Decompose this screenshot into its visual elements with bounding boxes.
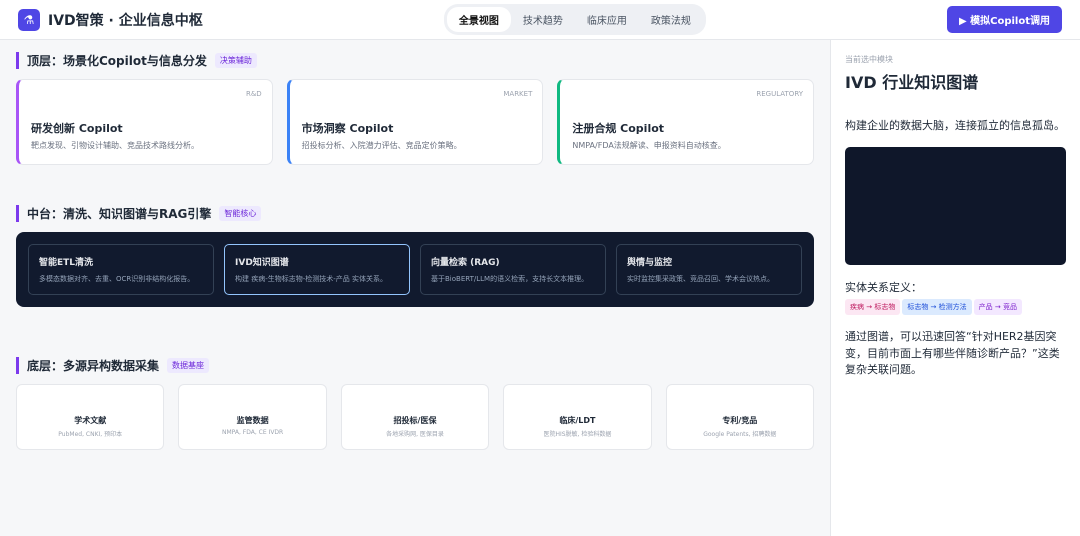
source-title: 监管数据	[236, 416, 269, 425]
app-logo-icon: ⚗	[18, 8, 40, 31]
card-desc: 基于BioBERT/LLM的语义检索，支持长文本推理。	[431, 275, 589, 283]
tab-overview[interactable]: 全景视图	[446, 7, 511, 32]
source-title: 临床/LDT	[559, 416, 596, 425]
layer-title: 底层：多源异构数据采集	[27, 359, 160, 373]
card-title: 智能ETL清洗	[39, 258, 94, 268]
layer-tag: 决策辅助	[214, 53, 257, 68]
layer-tag: 智能核心	[219, 206, 262, 221]
source-desc: Google Patents, 招聘数据	[703, 431, 777, 438]
relation-label: 实体关系定义：	[845, 281, 922, 294]
card-title: 注册合规 Copilot	[572, 122, 665, 135]
source-desc: 医院HIS脱敏, 检验科数据	[543, 431, 612, 438]
etl-card[interactable]: 智能ETL清洗多模态数据对齐、去重、OCR识别非结构化报告。	[28, 244, 214, 295]
layer-bottom-heading: 底层：多源异构数据采集 数据基座	[16, 357, 814, 374]
detail-description: 构建企业的数据大脑，连接孤立的信息孤岛。	[845, 119, 1065, 132]
rd-copilot-card[interactable]: R&D 研发创新 Copilot 靶点发现、引物设计辅助、竞品技术路线分析。	[16, 79, 273, 165]
detail-panel: 当前选中模块 IVD 行业知识图谱 构建企业的数据大脑，连接孤立的信息孤岛。 实…	[830, 40, 1080, 536]
knowledge-graph-card[interactable]: IVD知识图谱构建 疾病-生物标志物-检测技术-产品 实体关系。	[224, 244, 410, 295]
view-tabs: 全景视图 技术趋势 临床应用 政策法规	[443, 4, 706, 35]
card-title: 舆情与监控	[627, 258, 673, 268]
layer-top-heading: 顶层：场景化Copilot与信息分发 决策辅助	[16, 52, 814, 69]
simulate-copilot-button[interactable]: ▶ 模拟Copilot调用	[946, 6, 1062, 33]
regulatory-copilot-card[interactable]: REGULATORY 注册合规 Copilot NMPA/FDA法规解读、申报资料自…	[557, 79, 815, 165]
source-patents[interactable]: 专利/竞品 Google Patents, 招聘数据	[665, 384, 815, 450]
detail-title: IVD 行业知识图谱	[845, 73, 979, 92]
relation-pill: 标志物 → 检测方法	[902, 299, 972, 315]
monitor-card[interactable]: 舆情与监控实时监控集采政策、竞品召回、学术会议热点。	[616, 244, 802, 295]
card-desc: 多模态数据对齐、去重、OCR识别非结构化报告。	[39, 275, 195, 283]
card-title: 研发创新 Copilot	[31, 122, 123, 135]
layer-title: 顶层：场景化Copilot与信息分发	[27, 54, 207, 68]
source-literature[interactable]: 学术文献 PubMed, CNKI, 预印本	[16, 384, 165, 450]
detail-note: 通过图谱，可以迅速回答“针对HER2基因突变，目前市面上有哪些伴随诊断产品？”这…	[845, 330, 1060, 376]
card-key: R&D	[245, 90, 262, 98]
relation-pill: 疾病 → 标志物	[845, 299, 901, 315]
relation-pill: 产品 → 竞品	[973, 299, 1022, 315]
engine-panel: 智能ETL清洗多模态数据对齐、去重、OCR识别非结构化报告。 IVD知识图谱构建…	[16, 232, 814, 307]
card-desc: 构建 疾病-生物标志物-检测技术-产品 实体关系。	[235, 275, 388, 283]
layer-tag: 数据基座	[167, 358, 210, 373]
card-desc: 招投标分析、入院潜力评估、竞品定价策略。	[301, 141, 462, 150]
app-title: IVD智策 · 企业信息中枢	[48, 12, 203, 29]
source-desc: 各地采购网, 医保目录	[386, 431, 444, 438]
card-desc: NMPA/FDA法规解读、申报资料自动核查。	[572, 141, 726, 150]
knowledge-graph-image	[845, 147, 1066, 265]
card-title: 向量检索 (RAG)	[431, 258, 500, 268]
layer-mid-heading: 中台：清洗、知识图谱与RAG引擎 智能核心	[16, 205, 814, 222]
source-desc: NMPA, FDA, CE IVDR	[221, 429, 284, 436]
card-title: 市场洞察 Copilot	[301, 122, 394, 135]
card-desc: 实时监控集采政策、竞品召回、学术会议热点。	[627, 275, 774, 283]
card-desc: 靶点发现、引物设计辅助、竞品技术路线分析。	[31, 141, 199, 150]
main-panel: 顶层：场景化Copilot与信息分发 决策辅助 R&D 研发创新 Copilot 靶点…	[0, 40, 830, 536]
detail-caption: 当前选中模块	[845, 55, 893, 64]
source-regulatory[interactable]: 监管数据 NMPA, FDA, CE IVDR	[178, 384, 327, 450]
card-key: REGULATORY	[756, 90, 804, 98]
tab-clinical[interactable]: 临床应用	[575, 7, 639, 32]
source-title: 专利/竞品	[722, 416, 758, 425]
cta-label: 模拟Copilot调用	[970, 16, 1050, 27]
source-clinical[interactable]: 临床/LDT 医院HIS脱敏, 检验科数据	[503, 384, 652, 450]
source-title: 招投标/医保	[393, 416, 437, 425]
layer-title: 中台：清洗、知识图谱与RAG引擎	[27, 207, 212, 221]
tab-policy[interactable]: 政策法规	[639, 7, 703, 32]
top-bar: ⚗ IVD智策 · 企业信息中枢 全景视图 技术趋势 临床应用 政策法规 ▶ 模拟…	[0, 0, 1080, 40]
market-copilot-card[interactable]: MARKET 市场洞察 Copilot 招投标分析、入院潜力评估、竞品定价策略。	[286, 79, 544, 165]
rag-card[interactable]: 向量检索 (RAG) 基于BioBERT/LLM的语义检索，支持长文本推理。	[420, 244, 606, 295]
source-title: 学术文献	[74, 416, 107, 425]
source-desc: PubMed, CNKI, 预印本	[58, 431, 123, 438]
brand: ⚗ IVD智策 · 企业信息中枢	[18, 8, 203, 31]
card-key: MARKET	[503, 90, 533, 98]
source-bidding[interactable]: 招投标/医保 各地采购网, 医保目录	[340, 384, 490, 450]
card-title: IVD知识图谱	[235, 258, 289, 268]
tab-tech[interactable]: 技术趋势	[511, 7, 575, 32]
